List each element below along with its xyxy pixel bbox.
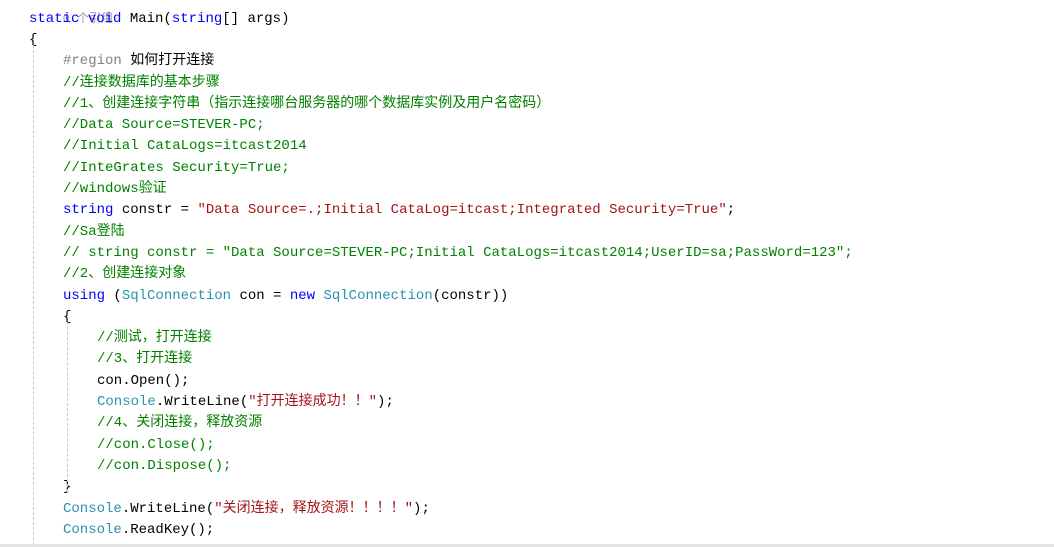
code-line[interactable]: con.Open(); xyxy=(0,371,1054,392)
code-token-text: .ReadKey(); xyxy=(121,521,215,538)
code-token-type: SqlConnection xyxy=(121,287,232,304)
code-token-comment: //Initial CataLogs=itcast2014 xyxy=(63,138,307,155)
code-line[interactable]: #region 如何打开连接 xyxy=(0,51,1054,72)
code-line[interactable]: //3、打开连接 xyxy=(0,349,1054,370)
code-token-comment: // string constr = "Data Source=STEVER-P… xyxy=(63,244,853,261)
code-token-text: (constr)) xyxy=(432,287,509,304)
code-line[interactable]: //Sa登陆 xyxy=(0,222,1054,243)
code-token-comment: //con.Close(); xyxy=(97,436,215,453)
code-token-text: .WriteLine( xyxy=(155,394,249,411)
code-line[interactable]: //4、关闭连接，释放资源 xyxy=(0,413,1054,434)
code-token-comment: //windows验证 xyxy=(63,181,167,198)
code-token-string: "关闭连接，释放资源！！！！" xyxy=(214,500,414,517)
code-token-string: "打开连接成功！！" xyxy=(248,394,378,411)
code-token-comment: //测试，打开连接 xyxy=(97,330,212,347)
code-line[interactable]: //2、创建连接对象 xyxy=(0,264,1054,285)
code-token-text: constr = xyxy=(113,202,198,219)
code-line[interactable]: //con.Dispose(); xyxy=(0,456,1054,477)
code-token-comment: //3、打开连接 xyxy=(97,351,193,368)
code-line[interactable]: // string constr = "Data Source=STEVER-P… xyxy=(0,243,1054,264)
code-line[interactable]: //测试，打开连接 xyxy=(0,328,1054,349)
codelens-references[interactable]: 0 个引用 xyxy=(0,0,1054,26)
code-line[interactable]: //1、创建连接字符串（指示连接哪台服务器的哪个数据库实例及用户名密码） xyxy=(0,94,1054,115)
code-line[interactable]: } xyxy=(0,477,1054,498)
code-token-comment: //con.Dispose(); xyxy=(97,457,232,474)
code-line[interactable]: //con.Close(); xyxy=(0,435,1054,456)
code-token-text: con = xyxy=(231,287,290,304)
code-token-string: "Data Source=.;Initial CataLog=itcast;In… xyxy=(197,202,727,219)
code-line[interactable]: //windows验证 xyxy=(0,179,1054,200)
code-line[interactable]: { xyxy=(0,307,1054,328)
code-token-text: 如何打开连接 xyxy=(130,53,215,70)
code-token-type: Console xyxy=(63,500,122,517)
code-line[interactable]: //Data Source=STEVER-PC; xyxy=(0,115,1054,136)
code-token-keyword: new xyxy=(289,287,324,304)
code-token-text: ; xyxy=(726,202,736,219)
code-line[interactable]: //Initial CataLogs=itcast2014 xyxy=(0,136,1054,157)
code-token-keyword: using xyxy=(63,287,106,304)
code-token-text: .WriteLine( xyxy=(121,500,215,517)
code-line[interactable]: //InteGrates Security=True; xyxy=(0,158,1054,179)
code-line[interactable]: Console.ReadKey(); xyxy=(0,520,1054,541)
code-token-comment: //Sa登陆 xyxy=(63,223,125,240)
indent-guide xyxy=(33,45,34,545)
code-token-text: Main( xyxy=(129,10,172,27)
code-token-text: ); xyxy=(377,394,394,411)
code-line[interactable]: //连接数据库的基本步骤 xyxy=(0,73,1054,94)
code-token-text: con.Open(); xyxy=(97,372,190,389)
code-token-comment: //2、创建连接对象 xyxy=(63,266,187,283)
code-token-comment: //1、创建连接字符串（指示连接哪台服务器的哪个数据库实例及用户名密码） xyxy=(63,95,551,112)
code-line[interactable]: string constr = "Data Source=.;Initial C… xyxy=(0,200,1054,221)
code-token-region: #region xyxy=(63,53,131,70)
code-token-type: Console xyxy=(97,394,156,411)
indent-guide xyxy=(67,322,68,492)
code-token-text: ( xyxy=(105,287,122,304)
code-line[interactable]: Console.WriteLine("打开连接成功！！"); xyxy=(0,392,1054,413)
code-token-comment: //连接数据库的基本步骤 xyxy=(63,74,220,91)
code-line[interactable]: Console.WriteLine("关闭连接，释放资源！！！！"); xyxy=(0,499,1054,520)
code-token-text: ); xyxy=(413,500,430,517)
code-token-text: [] args) xyxy=(222,10,290,27)
code-token-keyword: static void xyxy=(29,10,130,27)
code-editor[interactable]: 0 个引用 static void Main(string[] args){#r… xyxy=(0,0,1054,541)
code-token-comment: //InteGrates Security=True; xyxy=(63,159,290,176)
code-token-comment: //Data Source=STEVER-PC; xyxy=(63,117,265,134)
code-token-type: Console xyxy=(63,521,122,538)
code-line[interactable]: { xyxy=(0,30,1054,51)
code-token-keyword: string xyxy=(63,202,114,219)
code-token-keyword: string xyxy=(171,10,223,27)
code-token-type: SqlConnection xyxy=(323,287,433,304)
code-line[interactable]: static void Main(string[] args) xyxy=(0,9,1054,30)
code-token-comment: //4、关闭连接，释放资源 xyxy=(97,415,263,432)
code-line[interactable]: using (SqlConnection con = new SqlConnec… xyxy=(0,286,1054,307)
